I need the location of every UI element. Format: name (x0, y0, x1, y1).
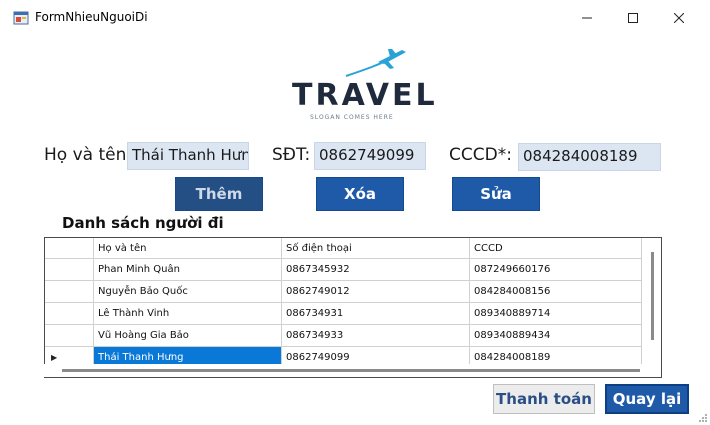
column-header-name[interactable]: Họ và tên (93, 238, 282, 259)
phone-label: SĐT: (272, 145, 311, 165)
row-header[interactable] (45, 280, 94, 303)
cell-id[interactable]: 089340889434 (469, 324, 642, 347)
edit-button[interactable]: Sửa (452, 177, 540, 211)
minimize-icon (582, 17, 592, 19)
id-label: CCCD*: (449, 145, 512, 165)
cell-name[interactable]: Lê Thành Vinh (93, 302, 282, 325)
maximize-button[interactable] (610, 0, 656, 36)
airplane-icon (345, 49, 406, 77)
column-header-phone[interactable]: Số điện thoại (281, 238, 470, 259)
cell-phone[interactable]: 0862749012 (281, 280, 470, 303)
row-header[interactable] (45, 258, 94, 281)
logo-wordmark: TRAVEL (292, 78, 438, 113)
grid-horizontal-scrollbar[interactable] (44, 364, 650, 377)
horizontal-scroll-thumb[interactable] (62, 369, 640, 372)
cell-phone[interactable]: 0867345932 (281, 258, 470, 281)
phone-input[interactable]: 0862749099 (314, 142, 426, 170)
logo-slogan: SLOGAN COMES HERE (310, 114, 394, 121)
table-row[interactable]: Vũ Hoàng Gia Bảo 086734933 089340889434 (45, 324, 642, 347)
travel-logo: TRAVEL SLOGAN COMES HERE (288, 48, 435, 124)
back-button[interactable]: Quay lại (605, 384, 689, 414)
cell-id[interactable]: 087249660176 (469, 258, 642, 281)
resize-grip-icon[interactable] (698, 413, 708, 423)
column-header-id[interactable]: CCCD (469, 238, 642, 259)
table-row[interactable]: Phan Minh Quân 0867345932 087249660176 (45, 258, 642, 281)
grid-header-row: Họ và tên Số điện thoại CCCD (45, 238, 642, 259)
name-label: Họ và tên: (44, 145, 133, 165)
row-header[interactable] (45, 302, 94, 325)
passenger-grid[interactable]: Họ và tên Số điện thoại CCCD Phan Minh Q… (44, 237, 662, 378)
cell-name[interactable]: Nguyễn Bảo Quốc (93, 280, 282, 303)
table-row[interactable]: Lê Thành Vinh 086734931 089340889714 (45, 302, 642, 325)
row-header[interactable] (45, 324, 94, 347)
name-input[interactable]: Thái Thanh Hưng (127, 142, 249, 170)
cell-phone[interactable]: 086734931 (281, 302, 470, 325)
minimize-button[interactable] (564, 0, 610, 36)
add-button[interactable]: Thêm (175, 177, 263, 211)
row-header-corner[interactable] (45, 238, 94, 259)
close-icon (674, 13, 684, 23)
cell-id[interactable]: 089340889714 (469, 302, 642, 325)
id-input[interactable]: 084284008189 (518, 143, 661, 171)
vertical-scroll-thumb[interactable] (651, 252, 654, 340)
cell-name[interactable]: Phan Minh Quân (93, 258, 282, 281)
app-form-icon (13, 11, 29, 25)
close-button[interactable] (656, 0, 702, 36)
cell-name[interactable]: Vũ Hoàng Gia Bảo (93, 324, 282, 347)
maximize-icon (628, 13, 638, 23)
grid-vertical-scrollbar[interactable] (645, 238, 661, 364)
title-bar[interactable]: FormNhieuNguoiDi (0, 0, 710, 36)
pay-button[interactable]: Thanh toán (493, 384, 595, 414)
current-row-arrow-icon: ▶ (51, 353, 58, 362)
delete-button[interactable]: Xóa (316, 177, 404, 211)
cell-id[interactable]: 084284008156 (469, 280, 642, 303)
table-row[interactable]: Nguyễn Bảo Quốc 0862749012 084284008156 (45, 280, 642, 303)
window-title: FormNhieuNguoiDi (35, 10, 148, 24)
cell-phone[interactable]: 086734933 (281, 324, 470, 347)
passenger-list-title: Danh sách người đi (62, 214, 224, 232)
